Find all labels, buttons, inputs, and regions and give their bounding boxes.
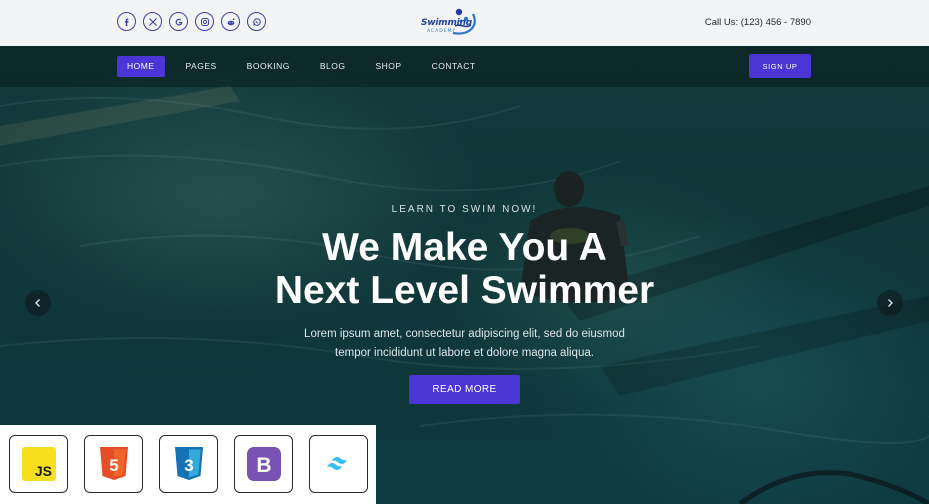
hero-description: Lorem ipsum amet, consectetur adipiscing… (0, 325, 929, 363)
tech-badges-panel: JS 5 3 B (0, 425, 376, 504)
javascript-badge: JS (9, 435, 68, 493)
svg-text:JS: JS (34, 463, 51, 479)
svg-text:B: B (256, 454, 271, 477)
hero-headline-line-1: We Make You A (322, 226, 607, 269)
hero-description-line-2: tempor incididunt ut labore et dolore ma… (335, 347, 594, 359)
css3-icon: 3 (174, 447, 203, 480)
svg-text:5: 5 (109, 456, 118, 475)
nav-item-pages[interactable]: PAGES (186, 56, 217, 77)
read-more-button[interactable]: READ MORE (409, 375, 520, 404)
bootstrap-icon: B (246, 447, 281, 481)
nav-item-home[interactable]: HOME (117, 56, 165, 77)
chevron-left-icon (35, 299, 40, 307)
nav-item-blog[interactable]: BLOG (320, 56, 346, 77)
html5-badge: 5 (84, 435, 143, 493)
hero-headline-line-2: Next Level Swimmer (274, 269, 655, 312)
instagram-icon[interactable] (195, 12, 214, 31)
nav-bar: HOME PAGES BOOKING BLOG SHOP CONTACT SIG… (0, 46, 929, 87)
hero-description-line-1: Lorem ipsum amet, consectetur adipiscing… (304, 328, 625, 340)
tailwind-icon (326, 457, 347, 470)
facebook-icon[interactable] (117, 12, 136, 31)
logo[interactable]: Swimming ACADEMY (419, 6, 481, 40)
nav-item-shop[interactable]: SHOP (375, 56, 401, 77)
main-nav: HOME PAGES BOOKING BLOG SHOP CONTACT (117, 56, 506, 77)
carousel-prev-button[interactable] (25, 290, 51, 316)
call-us-text: Call Us: (123) 456 - 7890 (704, 17, 811, 28)
reddit-icon[interactable] (221, 12, 240, 31)
top-bar: Swimming ACADEMY Call Us: (123) 456 - 78… (0, 0, 929, 46)
svg-text:3: 3 (184, 456, 193, 475)
javascript-icon: JS (21, 447, 56, 481)
nav-item-contact[interactable]: CONTACT (432, 56, 476, 77)
whatsapp-icon[interactable] (247, 12, 266, 31)
logo-subtitle: ACADEMY (427, 29, 457, 34)
css3-badge: 3 (159, 435, 218, 493)
chevron-right-icon (888, 299, 893, 307)
tailwind-badge (309, 435, 368, 493)
sign-up-button[interactable]: SIGN UP (749, 54, 811, 78)
bootstrap-badge: B (234, 435, 293, 493)
social-links (117, 12, 266, 31)
hero-headline: We Make You A Next Level Swimmer (0, 226, 929, 312)
nav-item-booking[interactable]: BOOKING (247, 56, 290, 77)
google-icon[interactable] (169, 12, 188, 31)
html5-icon: 5 (99, 447, 128, 480)
hero-eyebrow: LEARN TO SWIM NOW! (391, 204, 538, 215)
carousel-next-button[interactable] (877, 290, 903, 316)
logo-wordmark: Swimming (421, 18, 472, 28)
x-twitter-icon[interactable] (143, 12, 162, 31)
